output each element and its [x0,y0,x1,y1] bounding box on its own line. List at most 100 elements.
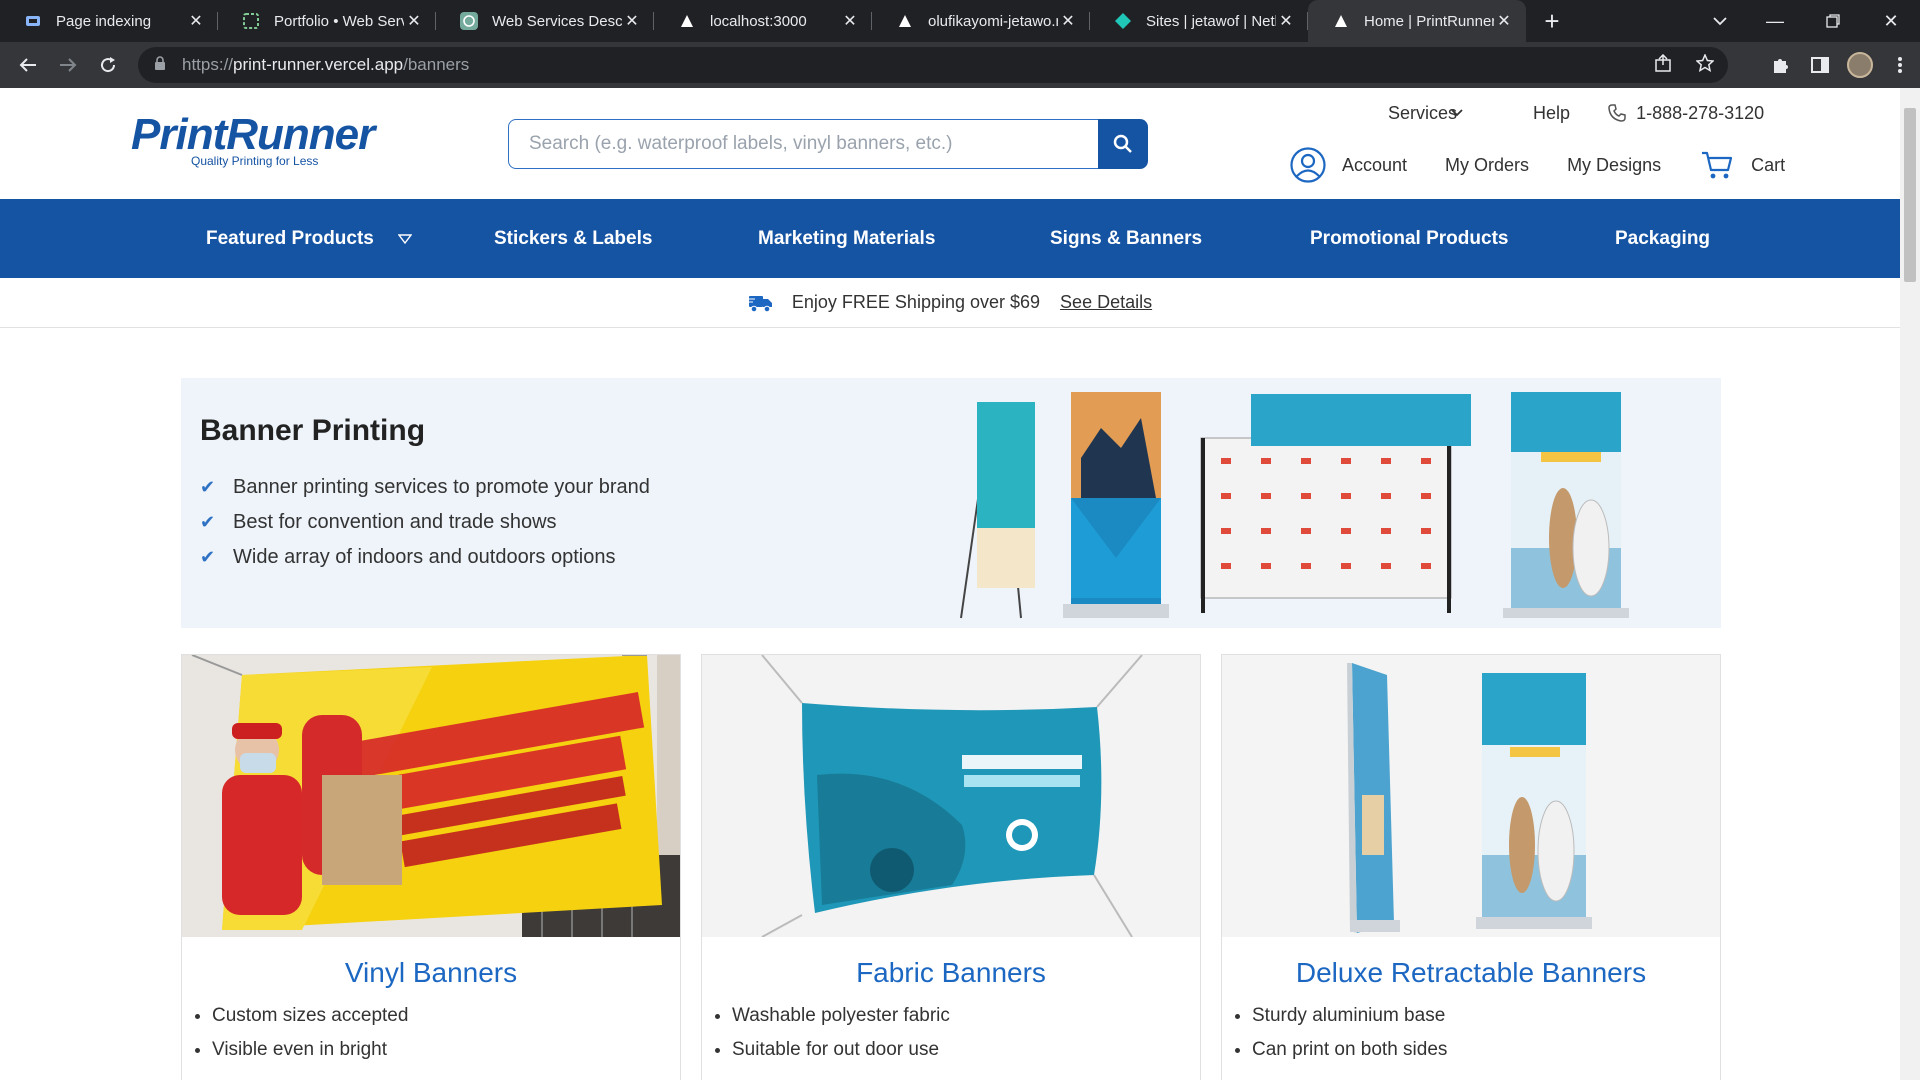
scrollbar-thumb[interactable] [1904,108,1916,282]
hero-feature-list: ✔ Banner printing services to promote you… [200,470,650,575]
close-window-icon[interactable]: ✕ [1862,0,1920,42]
portfolio-icon [242,12,260,30]
profile-avatar[interactable] [1840,52,1880,78]
banner-stands-illustration [960,392,1629,619]
web-page: PrintRunner Quality Printing for Less Se… [0,88,1900,1080]
triangle-down-icon [397,233,412,244]
side-panel-icon[interactable] [1800,57,1840,73]
search-icon [1113,134,1132,153]
address-bar[interactable]: https://print-runner.vercel.app/banners [138,47,1728,83]
vercel-triangle-icon [896,12,914,30]
page-scrollbar[interactable] [1900,88,1920,1080]
help-link[interactable]: Help [1533,103,1570,124]
my-designs-link[interactable]: My Designs [1567,155,1661,176]
product-features: Custom sizes accepted Visible even in br… [182,999,680,1067]
close-tab-icon[interactable]: ✕ [1494,11,1514,31]
nav-promotional-products[interactable]: Promotional Products [1310,199,1508,278]
delivery-truck-icon [747,295,772,312]
main-nav: Featured Products Stickers & Labels Mark… [0,199,1900,278]
new-tab-button[interactable]: + [1532,0,1572,42]
shipping-banner: Enjoy FREE Shipping over $69 See Details [0,278,1900,328]
my-orders-link[interactable]: My Orders [1445,155,1529,176]
services-menu[interactable]: Services [1388,103,1463,124]
close-tab-icon[interactable]: ✕ [622,11,642,31]
retractable-banner-image [1222,655,1720,937]
page-title: Banner Printing [200,414,426,447]
banner-printing-hero: Banner Printing ✔ Banner printing service… [181,378,1721,628]
browser-tab[interactable]: localhost:3000 ✕ [654,0,872,42]
cart-button[interactable]: Cart [1701,150,1785,180]
product-cards: Vinyl Banners Custom sizes accepted Visi… [181,654,1721,1080]
close-tab-icon[interactable]: ✕ [186,11,206,31]
nav-featured-products[interactable]: Featured Products [206,199,412,278]
list-item: Washable polyester fabric [732,999,1200,1033]
phone-icon [1608,104,1626,122]
product-card-fabric-banners[interactable]: Fabric Banners Washable polyester fabric… [701,654,1201,1080]
product-features: Washable polyester fabric Suitable for o… [702,999,1200,1067]
product-title[interactable]: Vinyl Banners [182,957,680,989]
checkmark-icon: ✔ [200,512,216,532]
browser-tab-bar: Page indexing ✕ Portfolio • Web Servic ✕… [0,0,1920,42]
browser-toolbar: https://print-runner.vercel.app/banners [0,42,1920,88]
utility-links: Services Help 1-888-278-3120 [1388,98,1764,128]
search-console-icon [24,12,42,30]
product-title[interactable]: Deluxe Retractable Banners [1222,957,1720,989]
forward-arrow-icon[interactable] [48,42,88,88]
checkmark-icon: ✔ [200,477,216,497]
browser-tab[interactable]: Web Services Descripti ✕ [436,0,654,42]
url-text: https://print-runner.vercel.app/banners [182,55,470,74]
list-item: ✔ Banner printing services to promote you… [200,476,650,498]
list-item: Can print on both sides [1252,1033,1720,1067]
product-card-deluxe-retractable-banners[interactable]: Deluxe Retractable Banners Sturdy alumin… [1221,654,1721,1080]
nav-packaging[interactable]: Packaging [1615,199,1710,278]
close-tab-icon[interactable]: ✕ [1058,11,1078,31]
window-controls: — ✕ [1746,0,1920,42]
nav-marketing-materials[interactable]: Marketing Materials [758,199,935,278]
fabric-banner-image [702,655,1200,937]
account-links: Account My Orders My Designs Cart [1290,140,1785,190]
netlify-icon [1114,12,1132,30]
minimize-icon[interactable]: — [1746,0,1804,42]
browser-tab-active[interactable]: Home | PrintRunner ✕ [1308,0,1526,42]
tab-search-chevron-icon[interactable] [1700,0,1740,42]
printrunner-logo[interactable]: PrintRunner Quality Printing for Less [131,110,375,170]
nav-signs-banners[interactable]: Signs & Banners [1050,199,1202,278]
restore-icon[interactable] [1804,0,1862,42]
phone-number[interactable]: 1-888-278-3120 [1636,103,1764,124]
product-card-vinyl-banners[interactable]: Vinyl Banners Custom sizes accepted Visi… [181,654,681,1080]
close-tab-icon[interactable]: ✕ [404,11,424,31]
bookmark-star-icon[interactable] [1695,52,1715,77]
product-features: Sturdy aluminium base Can print on both … [1222,999,1720,1067]
vinyl-banner-image [182,655,680,937]
see-details-link[interactable]: See Details [1060,292,1152,313]
back-arrow-icon[interactable] [8,42,48,88]
extensions-puzzle-icon[interactable] [1760,56,1800,74]
list-item: ✔ Best for convention and trade shows [200,511,557,533]
reload-icon[interactable] [88,42,128,88]
close-tab-icon[interactable]: ✕ [840,11,860,31]
vercel-triangle-icon [1332,12,1350,30]
browser-tab[interactable]: Sites | jetawof | Netlify ✕ [1090,0,1308,42]
user-circle-icon [1290,147,1326,183]
chevron-down-icon [1451,109,1463,117]
list-item: Custom sizes accepted [212,999,680,1033]
browser-tab[interactable]: Page indexing ✕ [0,0,218,42]
browser-tab[interactable]: olufikayomi-jetawo.ne ✕ [872,0,1090,42]
search-button[interactable] [1098,119,1148,169]
kebab-menu-icon[interactable] [1880,56,1920,74]
close-tab-icon[interactable]: ✕ [1276,11,1296,31]
account-button[interactable]: Account [1290,147,1407,183]
list-item: Sturdy aluminium base [1252,999,1720,1033]
search-input[interactable] [508,119,1098,169]
shipping-text: Enjoy FREE Shipping over $69 [791,292,1041,312]
vercel-triangle-icon [678,12,696,30]
site-search [508,119,1148,169]
product-title[interactable]: Fabric Banners [702,957,1200,989]
list-item: Suitable for out door use [732,1033,1200,1067]
cart-icon [1702,151,1733,179]
share-icon[interactable] [1654,53,1672,77]
nav-stickers-labels[interactable]: Stickers & Labels [494,199,652,278]
browser-tab[interactable]: Portfolio • Web Servic ✕ [218,0,436,42]
browser-toolbar-actions [1760,42,1920,88]
checkmark-icon: ✔ [200,547,216,567]
